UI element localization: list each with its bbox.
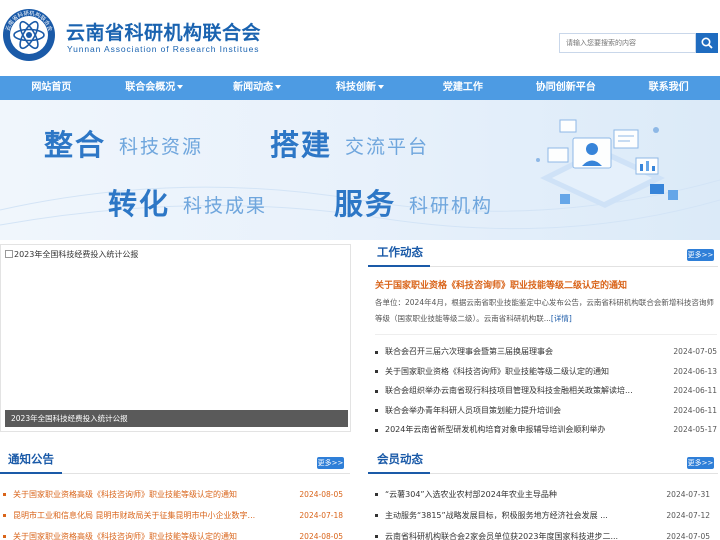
work-more-button[interactable]: 更多>> — [687, 249, 714, 261]
item-date: 2024-06-11 — [673, 386, 717, 395]
item-date: 2024-07-12 — [666, 511, 710, 520]
work-news-header: 工作动态 — [377, 244, 717, 266]
item-title[interactable]: 昆明市工业和信息化局 昆明市财政局关于征集昆明市中小企业数字... — [13, 505, 275, 526]
bullet-icon — [375, 370, 378, 373]
work-news-title: 工作动态 — [377, 245, 423, 259]
banner-sub-resources: 科技资源 — [119, 136, 204, 158]
nav-item-platform[interactable]: 协同创新平台 — [514, 76, 617, 100]
nav-item-home[interactable]: 网站首页 — [0, 76, 103, 100]
member-news-header: 会员动态 — [377, 451, 717, 473]
list-item[interactable]: 联合会举办青年科研人员项目策划能力提升培训会 2024-06-11 — [375, 401, 717, 421]
nav-item-about[interactable]: 联合会概况 — [103, 76, 206, 100]
banner-sub-platform: 交流平台 — [345, 136, 430, 158]
notice-title: 通知公告 — [8, 452, 54, 466]
item-title[interactable]: 2024年云南省新型研发机构培育对象申报辅导培训会顺利举办 — [385, 420, 650, 440]
bullet-icon — [375, 428, 378, 432]
item-title[interactable]: “云薯304”入选农业农村部2024年农业主导品种 — [385, 484, 635, 505]
item-date: 2024-07-05 — [673, 347, 717, 356]
image-caption[interactable]: 2023年全国科技经费投入统计公报 — [5, 410, 348, 427]
section-accent — [368, 265, 430, 267]
item-title[interactable]: 联合会举办青年科研人员项目策划能力提升培训会 — [385, 401, 650, 421]
chevron-down-icon — [275, 85, 282, 89]
broken-image-icon — [5, 250, 13, 258]
item-date: 2024-08-05 — [299, 532, 343, 540]
detail-link[interactable]: [详情] — [551, 314, 572, 323]
notice-more-button[interactable]: 更多>> — [317, 457, 344, 469]
work-news-list: 联合会召开三届六次理事会暨第三届换届理事会 2024-07-05 关于国家职业资格… — [375, 342, 717, 440]
bullet-icon — [375, 535, 378, 538]
item-title[interactable]: 主动服务“3815”战略发展目标，积极服务地方经济社会发展 ... — [385, 505, 635, 526]
section-accent — [368, 472, 430, 474]
banner-sub-results: 科技成果 — [183, 195, 268, 217]
bullet-icon — [375, 493, 378, 496]
item-title[interactable]: 关于国家职业资格《科技咨询师》职业技能等级二级认定的通知 — [385, 362, 650, 382]
item-date: 2024-07-31 — [666, 490, 710, 499]
list-item[interactable]: 主动服务“3815”战略发展目标，积极服务地方经济社会发展 ... 2024-07… — [375, 505, 710, 526]
bullet-icon — [3, 535, 6, 538]
work-summary: 各单位：2024年4月，根据云南省职业技能鉴定中心发布公告，云南省科研机构联合会… — [375, 298, 714, 323]
list-item[interactable]: 昆明市工业和信息化局 昆明市财政局关于征集昆明市中小企业数字... 2024-07… — [3, 505, 343, 526]
list-item[interactable]: “云薯304”入选农业农村部2024年农业主导品种 2024-07-31 — [375, 484, 710, 505]
featured-image[interactable]: 2023年全国科技经费投入统计公报 2023年全国科技经费投入统计公报 — [0, 244, 351, 432]
list-item[interactable]: 2024年云南省新型研发机构培育对象申报辅导培训会顺利举办 2024-05-17 — [375, 420, 717, 440]
nav-item-innovation[interactable]: 科技创新 — [309, 76, 412, 100]
site-header: 云南省科研机构联合会 云南省科研机构联合会 Yunnan Association… — [0, 0, 720, 76]
nav-item-contact[interactable]: 联系我们 — [617, 76, 720, 100]
item-title[interactable]: 云南省科研机构联合会2家会员单位获2023年度国家科技进步二... — [385, 526, 635, 540]
work-headline[interactable]: 关于国家职业资格《科技咨询师》职业技能等级二级认定的通知 — [375, 278, 627, 291]
bullet-icon — [375, 389, 378, 393]
search-input[interactable] — [559, 33, 696, 53]
banner-word-integrate: 整合 — [44, 128, 107, 162]
banner-word-build: 搭建 — [270, 128, 333, 162]
item-date: 2024-07-05 — [666, 532, 710, 540]
search-icon — [701, 37, 713, 49]
item-date: 2024-06-13 — [673, 366, 717, 376]
notice-header: 通知公告 — [8, 451, 348, 473]
item-date: 2024-08-05 — [299, 490, 343, 499]
banner-word-transform: 转化 — [108, 187, 171, 221]
list-item[interactable]: 联合会召开三届六次理事会暨第三届换届理事会 2024-07-05 — [375, 342, 717, 362]
notice-list: 关于国家职业资格高级《科技咨询师》职业技能等级认定的通知 2024-08-05 昆… — [3, 484, 343, 540]
item-title[interactable]: 关于国家职业资格高级《科技咨询师》职业技能等级认定的通知 — [13, 484, 275, 505]
item-date: 2024-06-11 — [673, 405, 717, 415]
item-title[interactable]: 联合会召开三届六次理事会暨第三届换届理事会 — [385, 342, 650, 362]
section-accent — [0, 472, 62, 474]
main-nav: 网站首页 联合会概况 新闻动态 科技创新 党建工作 协同创新平台 联系我们 — [0, 76, 720, 100]
chevron-down-icon — [378, 85, 384, 89]
item-date: 2024-07-18 — [299, 511, 343, 520]
list-item[interactable]: 联合会组织举办云南省现行科技项目管理及科技金融相关政策解读培... 2024-06… — [375, 381, 717, 401]
image-alt-text: 2023年全国科技经费投入统计公报 — [5, 249, 138, 260]
list-item[interactable]: 关于国家职业资格高级《科技咨询师》职业技能等级认定的通知 2024-08-05 — [3, 484, 343, 505]
divider — [375, 334, 717, 335]
list-item[interactable]: 云南省科研机构联合会2家会员单位获2023年度国家科技进步二... 2024-07… — [375, 526, 710, 540]
chevron-down-icon — [177, 85, 184, 89]
bullet-icon — [375, 350, 378, 354]
banner-word-serve: 服务 — [334, 187, 397, 221]
item-title[interactable]: 关于国家职业资格高级《科技咨询师》职业技能等级认定的通知 — [13, 526, 275, 540]
banner-sub-institutes: 科研机构 — [409, 195, 494, 217]
search-button[interactable] — [696, 33, 718, 53]
bullet-icon — [3, 493, 6, 496]
list-item[interactable]: 关于国家职业资格《科技咨询师》职业技能等级二级认定的通知 2024-06-13 — [375, 362, 717, 382]
item-date: 2024-05-17 — [673, 425, 717, 434]
member-news-title: 会员动态 — [377, 452, 423, 466]
list-item[interactable]: 关于国家职业资格高级《科技咨询师》职业技能等级认定的通知 2024-08-05 — [3, 526, 343, 540]
nav-item-news[interactable]: 新闻动态 — [206, 76, 309, 100]
bullet-icon — [375, 409, 378, 412]
bullet-icon — [3, 514, 6, 517]
member-more-button[interactable]: 更多>> — [687, 457, 714, 469]
site-logo[interactable]: 云南省科研机构联合会 — [2, 7, 56, 63]
site-subtitle: Yunnan Association of Research Institues — [67, 44, 260, 54]
member-news-list: “云薯304”入选农业农村部2024年农业主导品种 2024-07-31 主动服务… — [375, 484, 710, 540]
bullet-icon — [375, 514, 378, 517]
nav-item-party[interactable]: 党建工作 — [411, 76, 514, 100]
item-title[interactable]: 联合会组织举办云南省现行科技项目管理及科技金融相关政策解读培... — [385, 381, 650, 401]
hero-banner[interactable]: 整合 科技资源 搭建 交流平台 转化 科技成果 服务 科研机构 — [0, 100, 720, 240]
site-title: 云南省科研机构联合会 — [66, 22, 262, 44]
